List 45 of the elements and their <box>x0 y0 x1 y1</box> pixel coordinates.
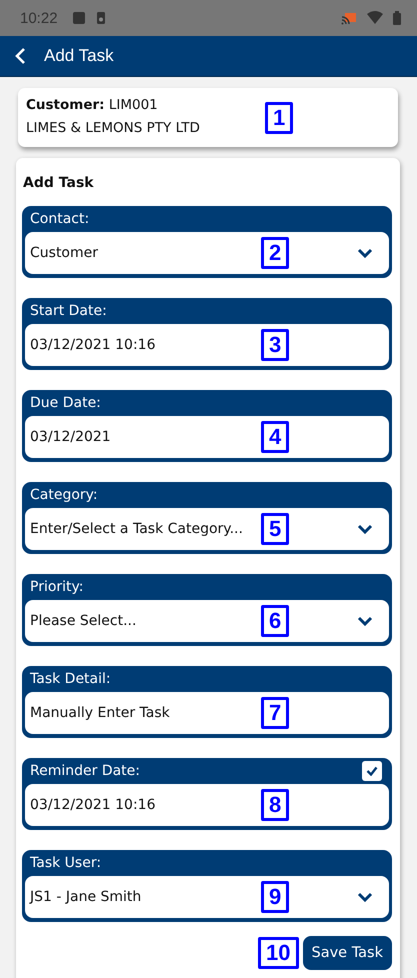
field-label: Reminder Date: <box>30 763 140 779</box>
battery-icon <box>393 11 401 25</box>
callout-number: 1 <box>265 102 294 134</box>
form-title: Add Task <box>22 174 95 193</box>
field-label: Due Date: <box>30 395 101 411</box>
chevron-down-icon <box>357 524 373 534</box>
field-label: Start Date: <box>30 303 107 319</box>
check-icon <box>366 766 378 776</box>
callout-number: 3 <box>261 329 290 361</box>
callout-number: 10 <box>258 937 298 969</box>
input-field[interactable]: Manually Enter Task 7 <box>25 692 389 734</box>
wifi-icon <box>367 11 383 25</box>
field-label: Contact: <box>30 211 90 227</box>
callout-number: 8 <box>261 789 290 821</box>
field-label: Priority: <box>30 579 84 595</box>
customer-name: LIMES & LEMONS PTY LTD <box>26 119 200 138</box>
speaker-icon <box>96 11 106 25</box>
field-label: Task User: <box>30 855 102 871</box>
chevron-down-icon <box>357 892 373 902</box>
input-field[interactable]: 03/12/2021 10:16 8 <box>25 784 389 826</box>
back-button[interactable] <box>14 46 28 66</box>
chevron-down-icon <box>357 616 373 626</box>
square-icon <box>72 11 86 25</box>
input-field[interactable]: 03/12/2021 10:16 3 <box>25 324 389 366</box>
input-field[interactable]: 03/12/2021 4 <box>25 416 389 458</box>
dropdown-field[interactable]: Customer 2 <box>25 232 389 274</box>
screen-title: Add Task <box>44 46 114 66</box>
cast-icon <box>341 11 357 25</box>
field-label: Task Detail: <box>30 671 111 687</box>
callout-number: 6 <box>261 605 290 637</box>
checkbox[interactable] <box>362 761 382 781</box>
callout-number: 5 <box>261 513 290 545</box>
callout-number: 9 <box>261 881 290 913</box>
chevron-down-icon <box>357 248 373 258</box>
save-button[interactable]: Save Task <box>302 936 392 970</box>
dropdown-field[interactable]: JS1 - Jane Smith 9 <box>25 876 389 918</box>
callout-number: 7 <box>261 697 290 729</box>
customer-code: Customer: LIM001 <box>26 96 158 115</box>
dropdown-field[interactable]: Please Select... 6 <box>25 600 389 642</box>
back-icon <box>14 47 26 65</box>
status-time: 10:22 <box>20 10 58 26</box>
field-label: Category: <box>30 487 98 503</box>
callout-number: 4 <box>261 421 290 453</box>
dropdown-field[interactable]: Enter/Select a Task Category... 5 <box>25 508 389 550</box>
callout-number: 2 <box>261 237 290 269</box>
